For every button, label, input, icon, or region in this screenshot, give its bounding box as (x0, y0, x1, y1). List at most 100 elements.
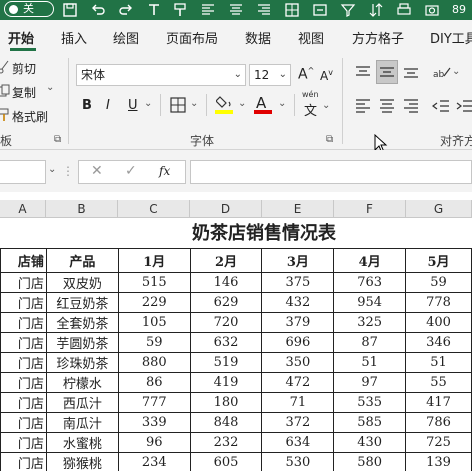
bold-button[interactable]: B (82, 98, 92, 113)
format-painter-button[interactable]: 格式刷 (12, 108, 48, 125)
tab-ffcell[interactable]: 方方格子 (352, 28, 404, 47)
print-icon[interactable] (396, 2, 412, 18)
merge-icon[interactable] (312, 2, 328, 18)
store-cell[interactable]: 门店 (0, 452, 47, 471)
column-header-g[interactable]: G (406, 200, 472, 218)
align-left-icon[interactable] (200, 2, 216, 18)
product-cell[interactable]: 珍珠奶茶 (45, 352, 119, 373)
sales-value-cell[interactable]: 419 (189, 372, 263, 393)
sales-value-cell[interactable]: 325 (333, 312, 407, 333)
tab-data[interactable]: 数据 (245, 28, 271, 47)
product-cell[interactable]: 南瓜汁 (45, 412, 119, 433)
increase-indent-icon[interactable] (456, 98, 472, 114)
align-top-icon[interactable] (354, 64, 372, 80)
align-middle-button[interactable] (376, 60, 398, 84)
orientation-icon[interactable]: ab (432, 64, 452, 80)
sales-value-cell[interactable]: 725 (405, 432, 472, 453)
sales-value-cell[interactable]: 87 (333, 332, 407, 353)
sales-value-cell[interactable]: 778 (405, 292, 472, 313)
sales-value-cell[interactable]: 535 (333, 392, 407, 413)
store-cell[interactable]: 门店 (0, 412, 47, 433)
save-icon[interactable] (62, 2, 78, 18)
sales-value-cell[interactable]: 848 (189, 412, 263, 433)
sort-icon[interactable] (368, 2, 384, 18)
sales-value-cell[interactable]: 97 (333, 372, 407, 393)
align-right-icon[interactable] (256, 2, 272, 18)
cut-button[interactable]: 剪切 (12, 60, 36, 77)
store-cell[interactable]: 门店 (0, 372, 47, 393)
sales-value-cell[interactable]: 146 (189, 272, 263, 293)
phonetic-guide-button[interactable]: 文 (304, 100, 317, 119)
tab-diy-toolbox[interactable]: DIY工具箱 (430, 28, 472, 47)
sales-value-cell[interactable]: 229 (117, 292, 191, 313)
sales-value-cell[interactable]: 346 (405, 332, 472, 353)
sales-value-cell[interactable]: 86 (117, 372, 191, 393)
align-bottom-icon[interactable] (402, 64, 420, 80)
product-cell[interactable]: 双皮奶 (45, 272, 119, 293)
sales-value-cell[interactable]: 696 (261, 332, 335, 353)
column-header-a[interactable]: A (0, 200, 46, 218)
product-cell[interactable]: 猕猴桃 (45, 452, 119, 471)
sales-value-cell[interactable]: 585 (333, 412, 407, 433)
borders-icon[interactable] (170, 97, 186, 113)
sales-value-cell[interactable]: 430 (333, 432, 407, 453)
paint-icon[interactable] (172, 2, 188, 18)
store-cell[interactable]: 门店 (0, 292, 47, 313)
font-size-select[interactable]: 12 ⌄ (249, 64, 291, 86)
sales-value-cell[interactable]: 339 (117, 412, 191, 433)
autosave-toggle[interactable]: 关 (4, 1, 54, 17)
copy-dropdown-chevron[interactable]: ⌄ (46, 82, 54, 93)
store-cell[interactable]: 门店 (0, 352, 47, 373)
header-cell[interactable]: 2月 (189, 248, 263, 273)
column-header-c[interactable]: C (118, 200, 190, 218)
increase-font-size-button[interactable]: A^ (298, 66, 314, 83)
decrease-indent-icon[interactable] (432, 98, 450, 114)
formula-input[interactable] (190, 160, 472, 184)
store-cell[interactable]: 门店 (0, 332, 47, 353)
borders-dropdown-chevron[interactable]: ⌄ (190, 98, 198, 109)
sales-value-cell[interactable]: 634 (261, 432, 335, 453)
product-cell[interactable]: 芋圆奶茶 (45, 332, 119, 353)
sales-value-cell[interactable]: 71 (261, 392, 335, 413)
tab-draw[interactable]: 绘图 (113, 28, 139, 47)
redo-icon[interactable] (118, 2, 134, 18)
clipboard-dialog-launcher[interactable]: ⧉ (54, 134, 61, 145)
sales-value-cell[interactable]: 632 (189, 332, 263, 353)
column-header-e[interactable]: E (262, 200, 334, 218)
sales-value-cell[interactable]: 55 (405, 372, 472, 393)
insert-function-button[interactable]: fx (159, 164, 170, 178)
sales-value-cell[interactable]: 777 (117, 392, 191, 413)
sales-value-cell[interactable]: 515 (117, 272, 191, 293)
store-cell[interactable]: 门店 (0, 272, 47, 293)
sales-value-cell[interactable]: 400 (405, 312, 472, 333)
column-header-b[interactable]: B (46, 200, 118, 218)
product-cell[interactable]: 红豆奶茶 (45, 292, 119, 313)
fill-color-bucket-icon[interactable] (216, 95, 234, 109)
fill-color-dropdown-chevron[interactable]: ⌄ (238, 98, 246, 109)
borders-icon[interactable] (284, 2, 300, 18)
sales-value-cell[interactable]: 720 (189, 312, 263, 333)
sales-value-cell[interactable]: 59 (405, 272, 472, 293)
sales-value-cell[interactable]: 605 (189, 452, 263, 471)
sales-value-cell[interactable]: 234 (117, 452, 191, 471)
clear-format-icon[interactable] (146, 2, 162, 18)
header-cell[interactable]: 4月 (333, 248, 407, 273)
sales-value-cell[interactable]: 379 (261, 312, 335, 333)
font-color-dropdown-chevron[interactable]: ⌄ (278, 98, 286, 109)
sales-value-cell[interactable]: 96 (117, 432, 191, 453)
cancel-icon[interactable]: ✕ (91, 163, 103, 179)
store-cell[interactable]: 门店 (0, 392, 47, 413)
undo-icon[interactable] (90, 2, 106, 18)
sales-value-cell[interactable]: 417 (405, 392, 472, 413)
sales-value-cell[interactable]: 375 (261, 272, 335, 293)
tab-home[interactable]: 开始 (8, 28, 34, 47)
sales-value-cell[interactable]: 51 (405, 352, 472, 373)
sales-value-cell[interactable]: 432 (261, 292, 335, 313)
enter-icon[interactable]: ✓ (125, 163, 137, 179)
product-cell[interactable]: 柠檬水 (45, 372, 119, 393)
underline-dropdown-chevron[interactable]: ⌄ (144, 98, 152, 109)
underline-button[interactable]: U (128, 98, 138, 113)
sales-value-cell[interactable]: 580 (333, 452, 407, 471)
align-center-icon[interactable] (228, 2, 244, 18)
align-center-icon[interactable] (378, 98, 396, 114)
